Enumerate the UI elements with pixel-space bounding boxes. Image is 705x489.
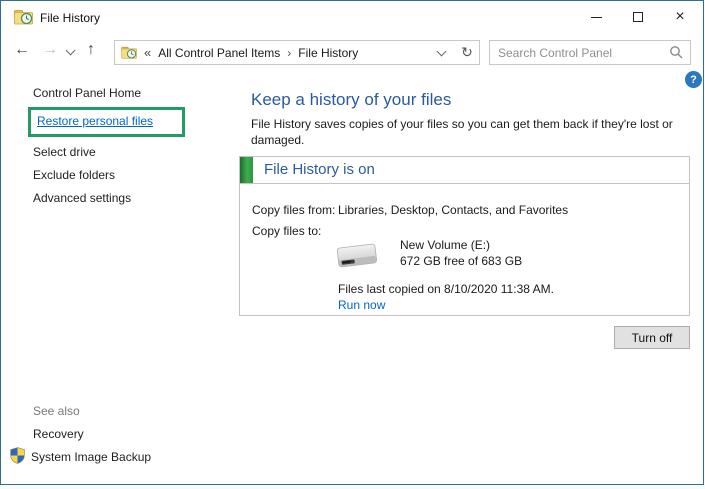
help-icon: ?: [690, 74, 697, 86]
address-bar[interactable]: « All Control Panel Items › File History: [114, 40, 456, 65]
recent-pages-chevron-icon[interactable]: [66, 46, 76, 56]
close-button[interactable]: ×: [659, 1, 701, 33]
forward-icon[interactable]: →: [42, 41, 58, 59]
drive-name: New Volume (E:): [400, 238, 490, 252]
breadcrumb-item-file-history[interactable]: File History: [298, 46, 358, 60]
refresh-button[interactable]: ↻: [455, 40, 480, 65]
sidebar-item-advanced-settings[interactable]: Advanced settings: [33, 191, 131, 205]
window-title: File History: [40, 11, 100, 25]
uac-shield-icon: [9, 447, 26, 464]
copy-files-to-label: Copy files to:: [252, 224, 321, 238]
close-icon: ×: [675, 9, 684, 25]
file-history-window: File History × ← → ↑ « All Control Panel…: [0, 0, 704, 485]
file-history-status-panel: File History is on Copy files from: Libr…: [239, 156, 690, 316]
sidebar-item-system-image-backup[interactable]: System Image Backup: [31, 450, 151, 464]
status-text: File History is on: [264, 161, 375, 178]
copy-files-from-label: Copy files from:: [252, 203, 335, 217]
page-title: Keep a history of your files: [251, 90, 451, 110]
turn-off-button[interactable]: Turn off: [614, 326, 690, 349]
up-icon[interactable]: ↑: [87, 41, 95, 59]
minimize-icon: [591, 17, 602, 18]
file-history-icon: [121, 46, 138, 60]
file-history-icon: [14, 9, 34, 26]
minimize-button[interactable]: [575, 1, 617, 33]
address-dropdown-chevron-icon[interactable]: [437, 46, 447, 56]
search-input[interactable]: [490, 41, 666, 64]
sidebar-item-select-drive[interactable]: Select drive: [33, 145, 96, 159]
maximize-icon: [633, 12, 643, 22]
breadcrumb-item-all-control-panel-items[interactable]: All Control Panel Items: [158, 46, 280, 60]
titlebar: File History ×: [1, 1, 703, 35]
drive-icon: [332, 237, 382, 275]
back-icon[interactable]: ←: [14, 41, 30, 59]
sidebar-item-restore-personal-files[interactable]: Restore personal files: [37, 114, 153, 128]
help-button[interactable]: ?: [685, 71, 702, 88]
breadcrumb-collapse-icon[interactable]: «: [144, 45, 151, 60]
see-also-header: See also: [33, 404, 80, 418]
copy-files-from-value: Libraries, Desktop, Contacts, and Favori…: [338, 203, 568, 217]
sidebar-item-exclude-folders[interactable]: Exclude folders: [33, 168, 115, 182]
page-description: File History saves copies of your files …: [251, 116, 704, 148]
sidebar-item-control-panel-home[interactable]: Control Panel Home: [33, 86, 141, 100]
navigation-toolbar: ← → ↑ « All Control Panel Items › File H…: [1, 35, 703, 69]
search-icon[interactable]: [669, 45, 684, 60]
run-now-link[interactable]: Run now: [338, 298, 385, 312]
status-on-indicator: [240, 157, 253, 183]
maximize-button[interactable]: [617, 1, 659, 33]
sidebar-item-recovery[interactable]: Recovery: [33, 427, 84, 441]
search-box: [489, 40, 691, 65]
drive-free-space: 672 GB free of 683 GB: [400, 254, 522, 268]
status-panel-header: File History is on: [240, 157, 689, 184]
refresh-icon: ↻: [461, 44, 473, 61]
last-copied-text: Files last copied on 8/10/2020 11:38 AM.: [338, 282, 554, 296]
breadcrumb-separator-icon: ›: [287, 46, 291, 60]
